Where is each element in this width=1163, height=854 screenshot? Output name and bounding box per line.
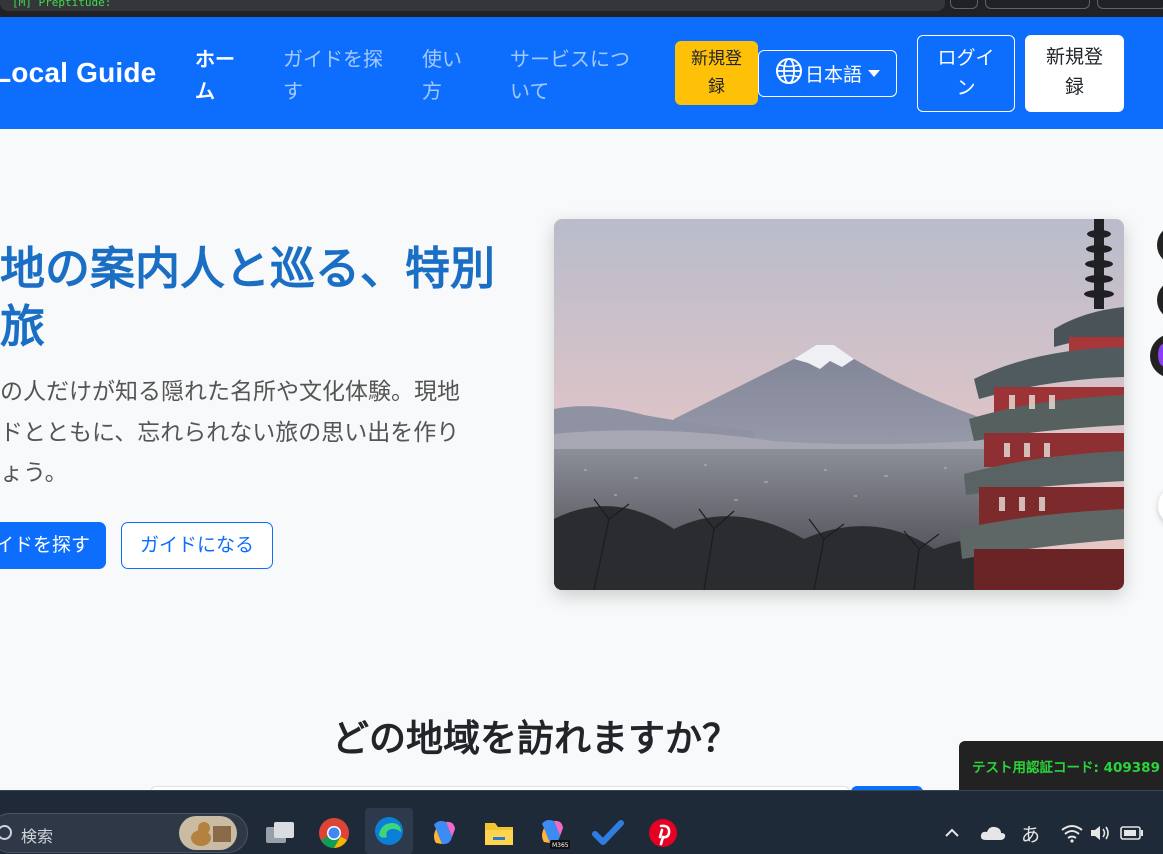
button-label: ン bbox=[956, 77, 976, 99]
button-label: ログイ bbox=[937, 47, 995, 69]
hero-text-line: ょう。 bbox=[0, 460, 68, 486]
svg-text:M365: M365 bbox=[552, 842, 569, 849]
search-label: 検索 bbox=[21, 827, 54, 846]
search-highlight-icon bbox=[179, 816, 237, 850]
assistant-icon bbox=[1158, 344, 1163, 366]
edge-icon[interactable] bbox=[365, 808, 413, 854]
login-button[interactable]: ログイ ン bbox=[917, 35, 1015, 112]
taskbar-search[interactable]: 検索 bbox=[0, 813, 248, 853]
todo-icon[interactable] bbox=[590, 815, 626, 851]
find-guide-button[interactable]: イドを探す bbox=[0, 522, 106, 569]
globe-icon bbox=[775, 57, 803, 90]
nav-about-service[interactable]: サービスにつ いて bbox=[510, 43, 630, 107]
navbar: Local Guide ホー ム ガイドを探 す 使い 方 サービスにつ いて … bbox=[0, 17, 1163, 129]
ime-indicator[interactable]: あ bbox=[1021, 820, 1040, 847]
toast-label: テスト用認証コード: bbox=[972, 760, 1099, 776]
chevron-up-icon[interactable] bbox=[940, 815, 964, 851]
browser-pill[interactable] bbox=[985, 0, 1090, 9]
wifi-icon[interactable] bbox=[1058, 815, 1086, 851]
nav-label: 方 bbox=[422, 79, 442, 103]
nav-label: サービスにつ bbox=[510, 47, 630, 71]
floating-button[interactable] bbox=[1157, 225, 1163, 265]
button-label: 新規登 bbox=[691, 49, 742, 69]
button-label: 録 bbox=[708, 77, 725, 97]
signup-button[interactable]: 新規登 録 bbox=[1025, 35, 1124, 112]
nav-label: いて bbox=[510, 79, 550, 103]
button-label: 録 bbox=[1064, 76, 1084, 98]
file-explorer-icon[interactable] bbox=[481, 815, 517, 851]
hero-title-line: 地の案内人と巡る、特別 bbox=[0, 242, 496, 295]
battery-icon[interactable] bbox=[1118, 815, 1146, 851]
copilot-icon[interactable] bbox=[426, 815, 462, 851]
nav-label: 使い bbox=[422, 47, 462, 71]
task-view-icon[interactable] bbox=[262, 815, 298, 851]
language-label: 日本語 bbox=[804, 64, 862, 86]
language-selector[interactable]: 日本語 bbox=[758, 50, 897, 97]
button-label: 新規登 bbox=[1045, 46, 1103, 68]
hero-text-line: の人だけが知る隠れた名所や文化体験。現地 bbox=[0, 379, 460, 405]
hero-text-line: ドとともに、忘れられない旅の思い出を作り bbox=[0, 419, 460, 446]
verification-code-toast: テスト用認証コード: 409389 bbox=[959, 741, 1163, 791]
nav-how-to-use[interactable]: 使い 方 bbox=[422, 43, 462, 107]
brand-logo[interactable]: Local Guide bbox=[0, 57, 156, 89]
onedrive-icon[interactable] bbox=[978, 815, 1008, 851]
chrome-icon[interactable] bbox=[316, 815, 352, 851]
nav-label: す bbox=[283, 79, 303, 103]
extension-button[interactable] bbox=[950, 0, 978, 9]
toast-code: 409389 bbox=[1103, 760, 1160, 776]
tab-tag: [M] Preptitude: bbox=[12, 0, 112, 9]
hero-description: の人だけが知る隠れた名所や文化体験。現地 ドとともに、忘れられない旅の思い出を作… bbox=[0, 372, 520, 494]
nav-label: ガイドを探 bbox=[283, 47, 383, 71]
address-bar[interactable] bbox=[0, 0, 945, 11]
become-guide-button[interactable]: ガイドになる bbox=[121, 522, 273, 569]
nav-find-guide[interactable]: ガイドを探 す bbox=[283, 43, 383, 107]
floating-button[interactable] bbox=[1157, 280, 1163, 320]
volume-icon[interactable] bbox=[1088, 815, 1112, 851]
hero-image bbox=[554, 219, 1124, 590]
caret-down-icon bbox=[868, 70, 880, 77]
browser-chrome: [M] Preptitude: bbox=[0, 0, 1163, 17]
nav-label: ホー bbox=[195, 47, 235, 71]
browser-pill[interactable] bbox=[1097, 0, 1163, 9]
search-icon bbox=[0, 825, 12, 840]
hero-title: 地の案内人と巡る、特別 旅 bbox=[0, 240, 540, 356]
hero-title-line: 旅 bbox=[0, 300, 46, 353]
pinterest-icon[interactable] bbox=[645, 815, 681, 851]
nav-label: ム bbox=[195, 79, 215, 103]
floating-button[interactable] bbox=[1150, 334, 1163, 378]
nav-home[interactable]: ホー ム bbox=[195, 43, 235, 107]
m365-icon[interactable]: M365 bbox=[535, 815, 571, 851]
register-highlight-button[interactable]: 新規登 録 bbox=[675, 41, 758, 105]
floating-button[interactable] bbox=[1158, 486, 1163, 526]
region-section-title: どの地域を訪れますか？ bbox=[332, 717, 739, 760]
